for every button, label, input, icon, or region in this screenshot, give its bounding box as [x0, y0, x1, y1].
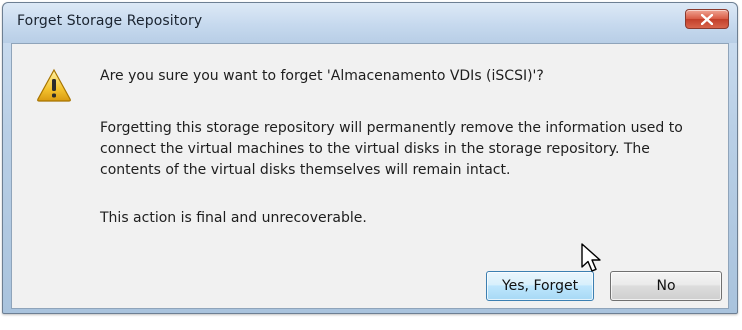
- window-title: Forget Storage Repository: [17, 13, 203, 29]
- title-bar[interactable]: Forget Storage Repository: [3, 3, 737, 43]
- yes-forget-button[interactable]: Yes, Forget: [486, 271, 594, 301]
- screenshot-stage: Forget Storage Repository Are you sure y…: [0, 0, 742, 330]
- warning-detail-text: Forgetting this storage repository will …: [100, 120, 683, 178]
- final-warning-text: This action is final and unrecoverable.: [100, 210, 367, 226]
- close-icon: [701, 14, 713, 25]
- no-button[interactable]: No: [610, 271, 722, 301]
- forget-storage-dialog: Forget Storage Repository Are you sure y…: [2, 2, 738, 314]
- close-button[interactable]: [685, 9, 729, 29]
- dialog-body: Are you sure you want to forget 'Almacen…: [11, 43, 729, 309]
- warning-icon: [37, 68, 71, 102]
- confirmation-question: Are you sure you want to forget 'Almacen…: [100, 68, 544, 84]
